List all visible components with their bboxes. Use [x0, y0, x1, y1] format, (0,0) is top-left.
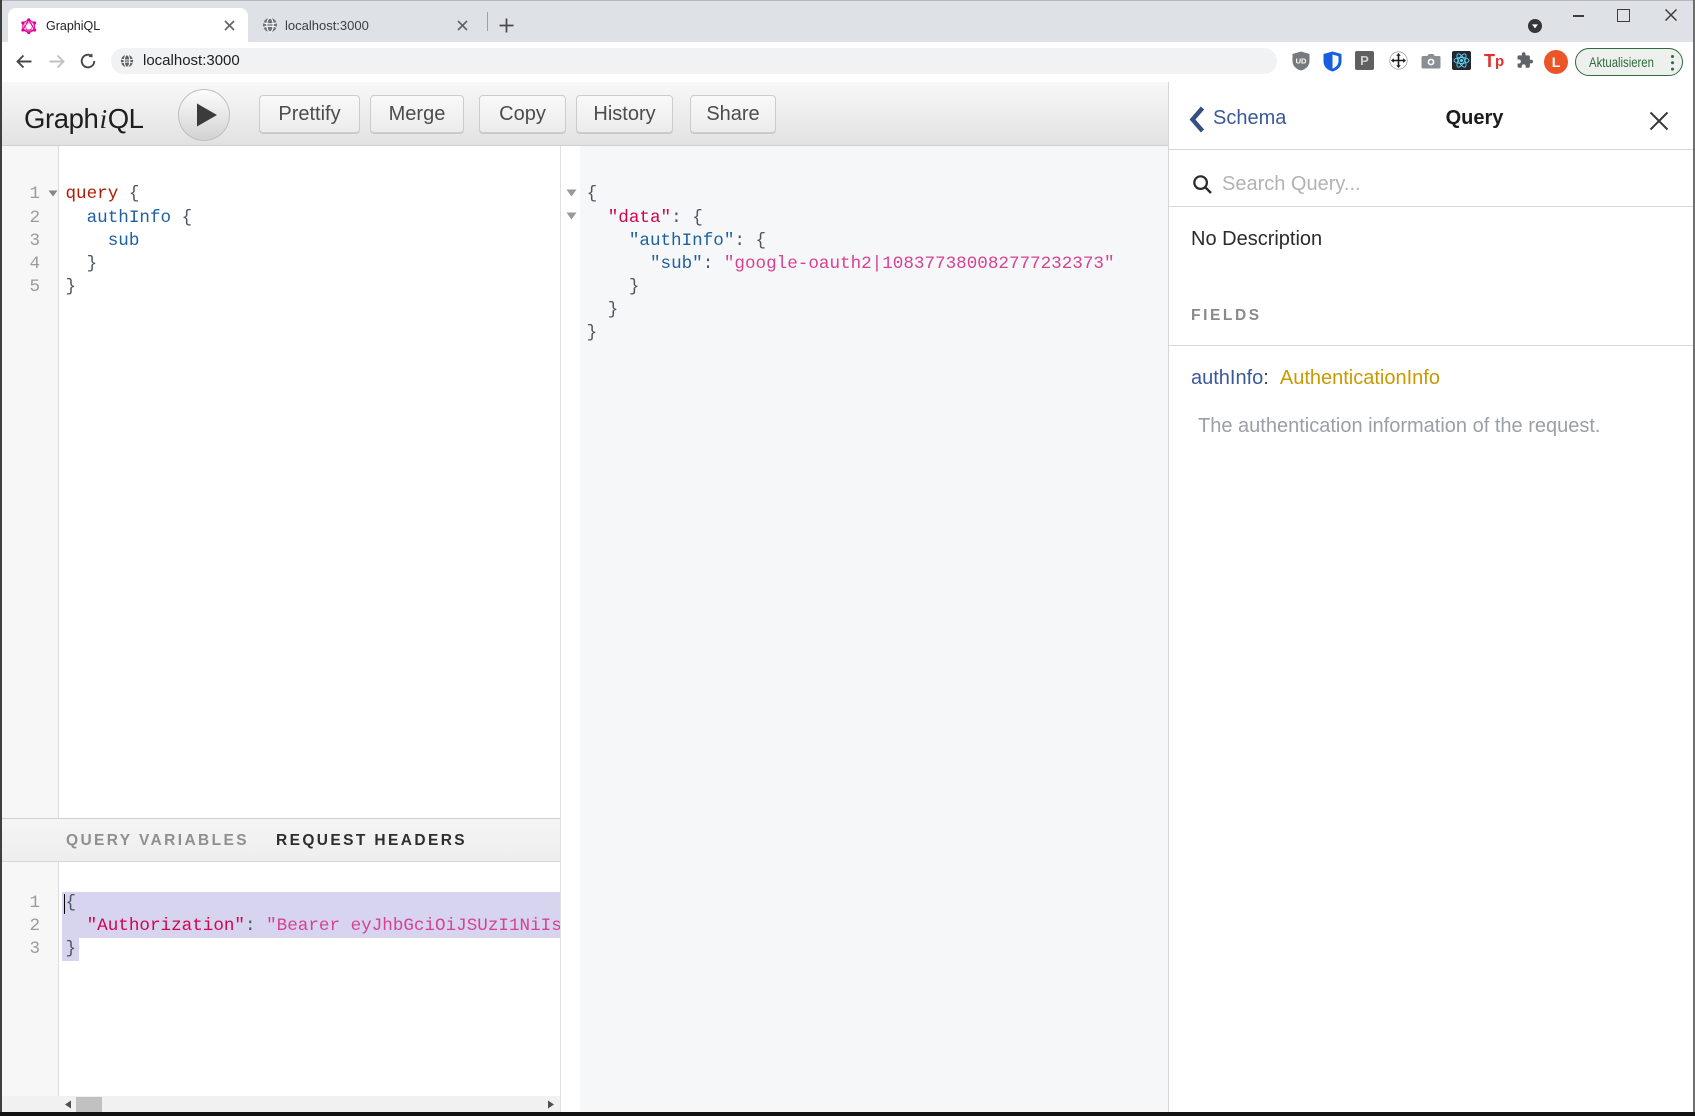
svg-text:UD: UD [1296, 57, 1307, 66]
